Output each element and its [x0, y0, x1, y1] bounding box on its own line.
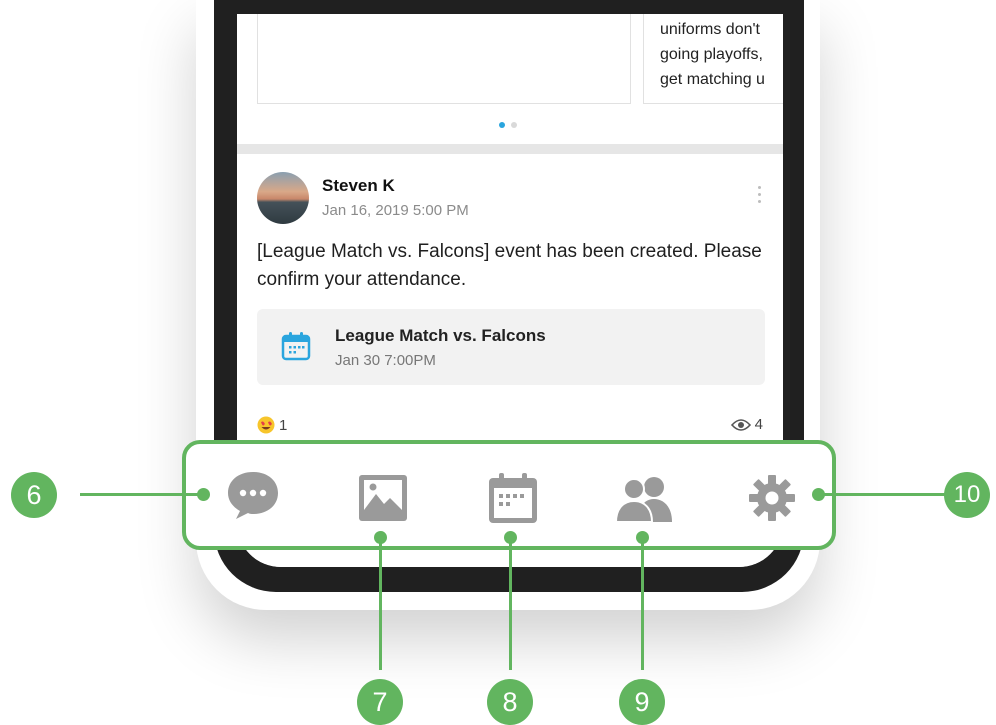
view-count: 4	[730, 416, 763, 433]
callout-line-7	[379, 538, 382, 670]
callout-line-9	[641, 538, 644, 670]
more-options-icon[interactable]	[755, 186, 763, 203]
callout-badge-7: 7	[357, 679, 403, 725]
carousel-area: uniforms don't going playoffs, get match…	[237, 14, 783, 144]
post-body: [League Match vs. Falcons] event has bee…	[257, 241, 762, 290]
callout-badge-6: 6	[11, 472, 57, 518]
callout-line-8	[509, 538, 512, 670]
view-count-value: 4	[754, 416, 763, 433]
carousel-pagination	[499, 122, 517, 128]
avatar[interactable]	[257, 172, 309, 224]
event-card[interactable]: League Match vs. Falcons Jan 30 7:00PM	[257, 309, 765, 385]
calendar-icon	[281, 332, 311, 361]
event-title: League Match vs. Falcons	[335, 326, 546, 345]
reactions[interactable]: 1	[257, 416, 287, 434]
callout-anchor-6	[197, 488, 210, 501]
carousel-card[interactable]	[257, 14, 631, 104]
carousel-card-next[interactable]: uniforms don't going playoffs, get match…	[643, 14, 783, 104]
callout-badge-10: 10	[944, 472, 990, 518]
reaction-count: 1	[279, 416, 288, 434]
post-timestamp: Jan 16, 2019 5:00 PM	[322, 202, 469, 219]
event-date: Jan 30 7:00PM	[335, 352, 436, 369]
eye-icon	[730, 418, 751, 431]
callout-badge-8: 8	[487, 679, 533, 725]
feed-post: Steven K Jan 16, 2019 5:00 PM [League Ma…	[237, 154, 783, 444]
heart-eyes-emoji-icon	[257, 416, 275, 434]
members-icon[interactable]	[614, 474, 676, 522]
calendar-tab-icon[interactable]	[488, 472, 538, 524]
callout-line-6	[80, 493, 204, 496]
callout-line-10	[818, 493, 948, 496]
pagination-dot-active[interactable]	[499, 122, 505, 128]
gear-icon[interactable]	[748, 474, 796, 522]
photo-icon[interactable]	[358, 474, 408, 522]
post-author[interactable]: Steven K	[322, 176, 395, 196]
pagination-dot[interactable]	[511, 122, 517, 128]
section-divider	[237, 144, 783, 154]
callout-badge-9: 9	[619, 679, 665, 725]
chat-bubble-icon[interactable]	[226, 470, 280, 520]
